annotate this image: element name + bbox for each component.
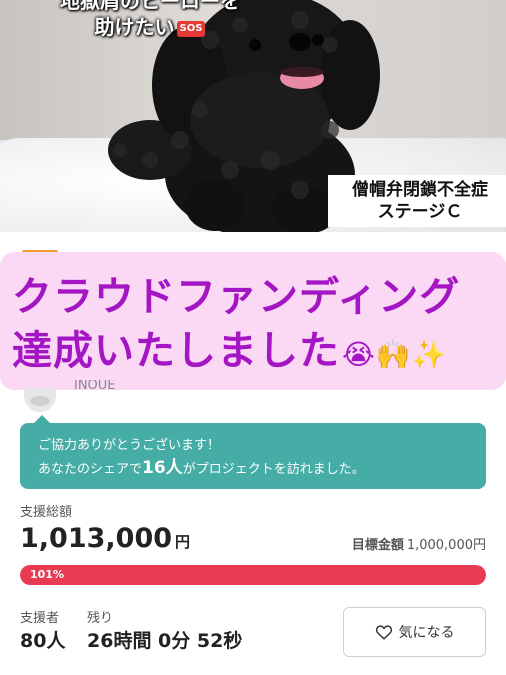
share-message: あなたのシェアで16人がプロジェクトを訪れました。	[38, 457, 486, 481]
share-prefix: あなたのシェアで	[38, 462, 143, 477]
hero-caption: 僧帽弁閉鎖不全症 ステージＣ	[328, 175, 506, 227]
hero-title-line1: 地獄肩のヒーローを	[60, 0, 240, 13]
hero-caption-line1: 僧帽弁閉鎖不全症	[352, 180, 488, 200]
favorite-button[interactable]: 気になる	[343, 607, 486, 657]
goal-label: 目標金額	[351, 538, 404, 553]
sos-badge: SOS	[176, 20, 206, 37]
total-label: 支援総額	[20, 505, 73, 520]
owner-name[interactable]: INOUE	[74, 380, 116, 392]
progress-fill	[20, 565, 486, 585]
owner-avatar[interactable]	[24, 388, 56, 412]
remaining-value: 26時間 0分 52秒	[87, 630, 243, 652]
banner-line1: クラウドファンディング	[12, 274, 461, 320]
achievement-banner: クラウドファンディング 達成いたしました😭🙌✨	[0, 252, 506, 390]
supporters-value: 80人	[20, 630, 66, 652]
hero-image: 地獄肩のヒーローを 助けたい SOS 僧帽弁閉鎖不全症 ステージＣ	[0, 0, 506, 232]
total-amount-unit: 円	[175, 533, 191, 551]
share-thanks: ご協力ありがとうございます！	[38, 438, 221, 453]
banner-line2-text: 達成いたしました	[12, 328, 340, 374]
hero-title-line2: 助けたい SOS	[0, 14, 300, 40]
share-suffix: がプロジェクトを訪れました。	[182, 462, 365, 477]
share-callout: ご協力ありがとうございます！ あなたのシェアで16人がプロジェクトを訪れました。	[20, 415, 486, 489]
banner-line2: 達成いたしました😭🙌✨	[12, 324, 506, 382]
total-amount-value: 1,013,000	[20, 523, 173, 554]
banner-emojis: 😭🙌✨	[342, 338, 448, 371]
hero-title-text: 助けたい	[94, 15, 175, 39]
heart-outline-icon	[375, 625, 392, 640]
supporters-label: 支援者	[20, 611, 60, 626]
favorite-label: 気になる	[398, 625, 455, 641]
progress-percent: 101%	[30, 568, 64, 581]
progress-bar: 101%	[20, 565, 486, 585]
total-amount: 1,013,000 円	[20, 523, 190, 554]
hero-caption-line2: ステージＣ	[377, 202, 463, 222]
goal-amount: 目標金額 1,000,000円	[352, 534, 486, 553]
goal-value: 1,000,000円	[406, 538, 486, 553]
remaining-label: 残り	[87, 611, 114, 626]
share-count: 16人	[142, 458, 183, 478]
